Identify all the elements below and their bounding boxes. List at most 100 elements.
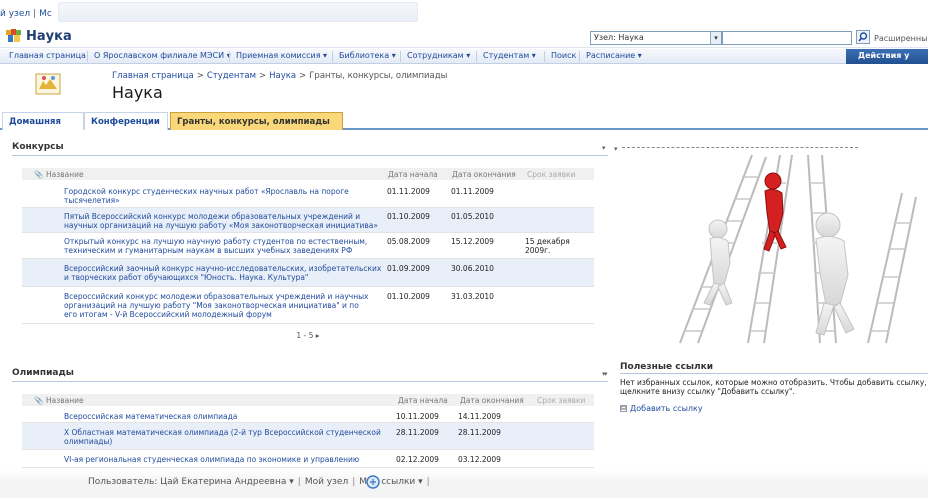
nav-divider: [476, 51, 477, 62]
olympiads-title: Олимпиады: [12, 368, 608, 382]
contest-deadline: 15 декабря 2009г.: [525, 237, 570, 255]
separator: |: [426, 477, 430, 487]
table-row[interactable]: Городской конкурс студенческих научных р…: [22, 184, 594, 208]
top-navigation: Главная страница О Ярославском филиале М…: [0, 49, 928, 64]
useful-links-menu-icon[interactable]: ▾: [604, 370, 608, 378]
site-title[interactable]: Наука: [26, 29, 72, 44]
table-row[interactable]: Открытый конкурс на лучшую научную работ…: [22, 233, 594, 259]
nav-item-staff[interactable]: Сотрудникам ▾: [407, 51, 470, 60]
site-actions-menu[interactable]: Действия у: [846, 49, 928, 64]
tab-grants[interactable]: Гранты, конкурсы, олимпиады: [170, 112, 343, 130]
col-name[interactable]: Название: [46, 396, 84, 405]
breadcrumb-separator: >: [259, 71, 267, 81]
nav-item-about[interactable]: О Ярославском филиале МЭСИ ▾: [94, 51, 231, 60]
contest-name[interactable]: Всероссийский заочный конкурс научно-исс…: [64, 264, 382, 282]
page-tabs: Домашняя Конференции Гранты, конкурсы, о…: [0, 112, 928, 130]
add-link-label: Добавить ссылку: [630, 404, 703, 413]
contest-start: 05.08.2009: [387, 237, 430, 246]
col-end[interactable]: Дата окончания: [460, 396, 524, 405]
tab-home[interactable]: Домашняя: [2, 112, 84, 130]
site-logo-icon: [6, 29, 21, 42]
my-site-footer-link[interactable]: Мой узел: [305, 477, 348, 487]
chevron-down-icon[interactable]: ▾: [710, 32, 721, 44]
contest-name[interactable]: Городской конкурс студенческих научных р…: [64, 187, 374, 205]
col-deadline[interactable]: Срок заявки: [537, 396, 585, 405]
contests-header: 📎 Название Дата начала Дата окончания Ср…: [22, 168, 594, 180]
contests-menu-icon[interactable]: ▾: [602, 144, 606, 152]
add-link-box-icon: ⊟: [620, 405, 627, 412]
col-start[interactable]: Дата начала: [388, 170, 438, 179]
olympiad-name[interactable]: VI-ая региональная студенческая олимпиад…: [64, 455, 394, 464]
breadcrumb: Главная страница > Студентам > Наука > Гранты,…: [112, 71, 447, 81]
contest-end: 31.03.2010: [451, 292, 494, 301]
my-links-link[interactable]: Мс: [39, 9, 52, 19]
attachment-icon: 📎: [34, 170, 44, 179]
table-row[interactable]: VI-ая региональная студенческая олимпиад…: [22, 450, 594, 468]
breadcrumb-home[interactable]: Главная страница: [112, 71, 194, 81]
olympiad-end: 28.11.2009: [458, 428, 501, 437]
useful-links-empty-text: Нет избранных ссылок, которые можно отоб…: [620, 378, 927, 396]
contests-title: Конкурсы: [12, 142, 608, 156]
contest-end: 15.12.2009: [451, 237, 494, 246]
add-link-button[interactable]: ⊟ Добавить ссылку: [620, 404, 703, 413]
tab-blob: [58, 2, 418, 22]
user-menu[interactable]: Пользователь: Цай Екатерина Андреевна ▾: [88, 477, 294, 487]
olympiad-end: 03.12.2009: [458, 455, 501, 464]
advanced-search-link[interactable]: Расширенный: [874, 34, 928, 43]
contest-start: 01.10.2009: [387, 292, 430, 301]
separator: |: [33, 9, 37, 19]
col-end[interactable]: Дата окончания: [452, 170, 516, 179]
nav-item-admissions[interactable]: Приемная комиссия ▾: [236, 51, 327, 60]
status-bar: Пользователь: Цай Екатерина Андреевна ▾ |…: [0, 470, 928, 498]
page-title: Наука: [112, 83, 163, 102]
olympiad-end: 14.11.2009: [458, 412, 501, 421]
table-row[interactable]: Всероссийский заочный конкурс научно-исс…: [22, 259, 594, 287]
olympiad-start: 10.11.2009: [396, 412, 439, 421]
search-icon[interactable]: [856, 30, 870, 44]
contest-start: 01.09.2009: [387, 264, 430, 273]
contest-name[interactable]: Открытый конкурс на лучшую научную работ…: [64, 237, 384, 255]
breadcrumb-students[interactable]: Студентам: [207, 71, 256, 81]
olympiad-start: 02.12.2009: [396, 455, 439, 464]
contest-end: 01.11.2009: [451, 187, 494, 196]
nav-divider: [544, 51, 545, 62]
site-title-bar: Наука Узел: Наука ▾ Расширенный: [0, 26, 928, 48]
contest-start: 01.10.2009: [387, 212, 430, 221]
right-menu-icon[interactable]: ▾: [614, 145, 618, 153]
search-input[interactable]: [722, 31, 852, 45]
my-site-link[interactable]: й узел: [0, 9, 30, 19]
nav-item-schedule[interactable]: Расписание ▾: [586, 51, 642, 60]
olympiad-name[interactable]: Всероссийская математическая олимпиада: [64, 412, 394, 421]
contest-start: 01.11.2009: [387, 187, 430, 196]
useful-links-title: Полезные ссылки: [620, 362, 928, 374]
nav-item-search[interactable]: Поиск: [551, 51, 576, 60]
col-start[interactable]: Дата начала: [398, 396, 448, 405]
site-icon: [35, 73, 61, 95]
table-row[interactable]: Пятый Всероссийский конкурс молодежи обр…: [22, 208, 594, 233]
nav-item-students[interactable]: Студентам ▾: [483, 51, 536, 60]
contests-pager[interactable]: 1 - 5 ▸: [22, 331, 594, 340]
contest-name[interactable]: Пятый Всероссийский конкурс молодежи обр…: [64, 212, 394, 230]
page-header: Главная страница > Студентам > Наука > Гранты,…: [0, 64, 928, 108]
top-link-bar: й узел | Мс: [0, 0, 928, 26]
image-webpart-divider: [622, 147, 858, 148]
olympiad-name[interactable]: X Областная математическая олимпиада (2-…: [64, 428, 384, 446]
search-scope-select[interactable]: Узел: Наука ▾: [590, 31, 722, 45]
breadcrumb-current: Гранты, конкурсы, олимпиады: [309, 71, 448, 81]
col-deadline[interactable]: Срок заявки: [527, 170, 575, 179]
contest-name[interactable]: Всероссийский конкурс молодежи образоват…: [64, 292, 374, 319]
table-row[interactable]: Всероссийская математическая олимпиада 1…: [22, 408, 594, 423]
table-row[interactable]: Всероссийский конкурс молодежи образоват…: [22, 287, 594, 324]
nav-item-home[interactable]: Главная страница: [9, 51, 86, 60]
nav-divider: [400, 51, 401, 62]
nav-divider: [229, 51, 230, 62]
contest-end: 30.06.2010: [451, 264, 494, 273]
tab-conferences[interactable]: Конференции: [84, 112, 168, 130]
breadcrumb-separator: >: [299, 71, 307, 81]
breadcrumb-science[interactable]: Наука: [269, 71, 296, 81]
col-name[interactable]: Название: [46, 170, 84, 179]
nav-item-library[interactable]: Библиотека ▾: [339, 51, 396, 60]
table-row[interactable]: X Областная математическая олимпиада (2-…: [22, 423, 594, 450]
browser-icon[interactable]: [366, 475, 380, 489]
nav-divider: [87, 51, 88, 62]
